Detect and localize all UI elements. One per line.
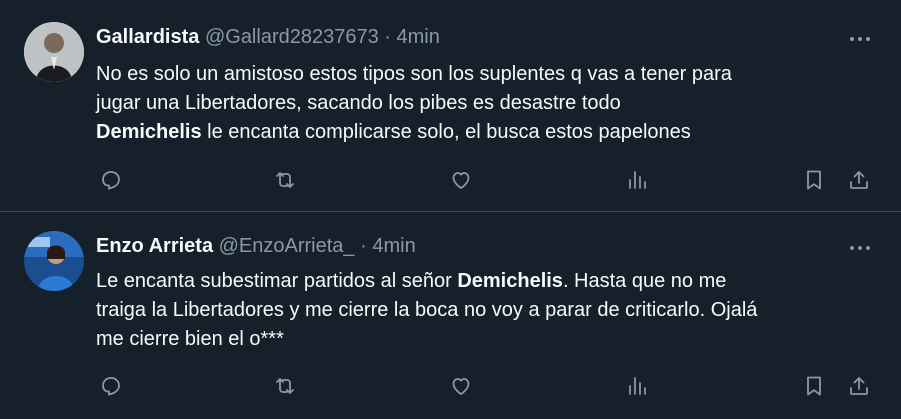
bookmark-icon[interactable] [799, 165, 829, 195]
tweet-text-bold: Demichelis [96, 121, 202, 143]
tweet-text-line: Le encanta subestimar partidos al señor [96, 270, 458, 292]
separator-dot: · [360, 235, 367, 257]
display-name[interactable]: Enzo Arrieta [96, 235, 213, 257]
tweet-text-bold: Demichelis [457, 270, 563, 292]
user-handle[interactable]: @EnzoArrieta_ [219, 235, 355, 257]
retweet-icon[interactable] [270, 165, 300, 195]
tweet-text-line: No es solo un amistoso estos tipos son l… [96, 63, 732, 85]
tweet-actions [0, 371, 901, 401]
reply-icon[interactable] [96, 165, 126, 195]
timestamp[interactable]: 4min [372, 235, 415, 257]
more-horizontal-icon[interactable] [847, 26, 873, 52]
tweet-text: Le encanta subestimar partidos al señor … [96, 267, 876, 354]
tweet-text-line: le encanta complicarse solo, el busca es… [201, 121, 691, 143]
tweet-header: Gallardista @Gallard28237673 · 4min [96, 24, 440, 50]
display-name[interactable]: Gallardista [96, 26, 199, 48]
retweet-icon[interactable] [270, 371, 300, 401]
tweet-actions [0, 165, 901, 195]
timestamp[interactable]: 4min [397, 26, 440, 48]
tweet[interactable]: Enzo Arrieta @EnzoArrieta_ · 4min Le enc… [0, 213, 901, 419]
share-icon[interactable] [844, 165, 874, 195]
tweet-header: Enzo Arrieta @EnzoArrieta_ · 4min [96, 233, 416, 259]
like-icon[interactable] [446, 371, 476, 401]
views-icon[interactable] [622, 371, 652, 401]
share-icon[interactable] [844, 371, 874, 401]
bookmark-icon[interactable] [799, 371, 829, 401]
tweet-text-line: jugar una Libertadores, sacando los pibe… [96, 92, 621, 114]
avatar[interactable] [24, 231, 84, 291]
tweet-text-line: . Hasta que no me [562, 270, 727, 292]
like-icon[interactable] [446, 165, 476, 195]
more-horizontal-icon[interactable] [847, 235, 873, 261]
user-handle[interactable]: @Gallard28237673 [205, 26, 379, 48]
separator-dot: · [384, 26, 391, 48]
tweet-text-line: traiga la Libertadores y me cierre la bo… [96, 299, 758, 321]
reply-icon[interactable] [96, 371, 126, 401]
tweet-text-line: me cierre bien el o*** [96, 328, 284, 350]
tweet-text: No es solo un amistoso estos tipos son l… [96, 60, 876, 147]
views-icon[interactable] [622, 165, 652, 195]
tweet[interactable]: Gallardista @Gallard28237673 · 4min No e… [0, 0, 901, 212]
avatar[interactable] [24, 22, 84, 82]
